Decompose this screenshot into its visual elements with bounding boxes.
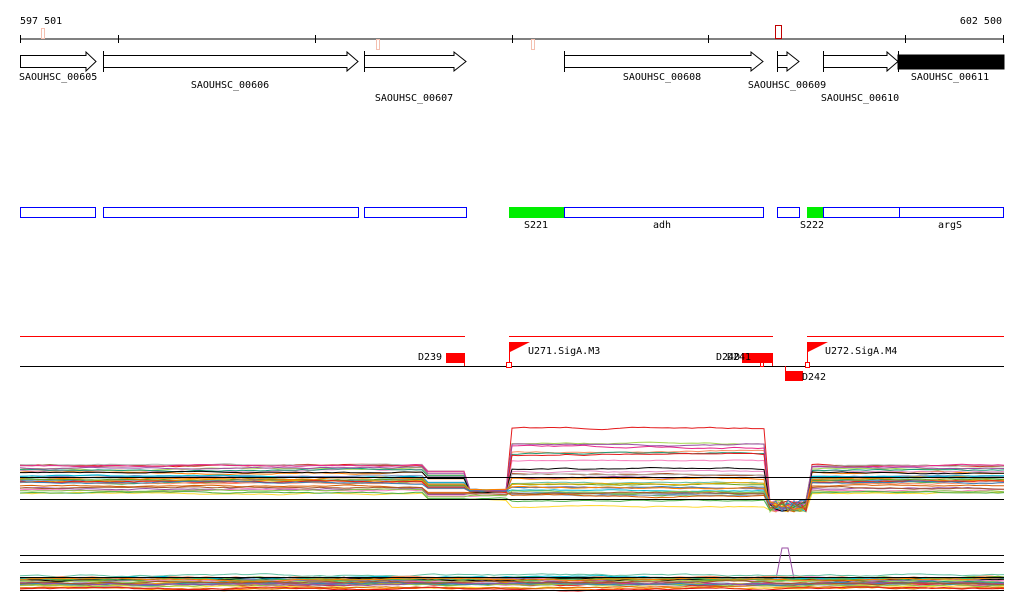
annotation-box[interactable] bbox=[364, 207, 467, 218]
feature-label: U271.SigA.M3 bbox=[528, 346, 600, 357]
annotation-box[interactable] bbox=[899, 207, 1004, 218]
marker bbox=[376, 39, 380, 50]
marker bbox=[531, 39, 535, 50]
annotation-box[interactable] bbox=[20, 207, 96, 218]
feature-label: U272.SigA.M4 bbox=[825, 346, 897, 357]
gene-label: SAOUHSC_00608 bbox=[623, 72, 701, 83]
gene-label: SAOUHSC_00607 bbox=[375, 93, 453, 104]
genome-browser: 597 501 602 500 SAOUHSC_00605 SAOUHSC_00… bbox=[19, 16, 1005, 592]
gene-label: SAOUHSC_00611 bbox=[911, 72, 989, 83]
expression-plot-2 bbox=[19, 547, 1005, 592]
gene-block[interactable] bbox=[897, 54, 1005, 70]
gene-arrow[interactable] bbox=[20, 50, 97, 73]
marker bbox=[41, 28, 45, 39]
annotation-highlight[interactable] bbox=[509, 207, 564, 218]
marker[interactable] bbox=[775, 25, 782, 39]
gene-arrow[interactable] bbox=[823, 50, 899, 73]
gene-label: SAOUHSC_00605 bbox=[19, 72, 97, 83]
annotation-label: S222 bbox=[800, 220, 824, 231]
annotation-box[interactable] bbox=[103, 207, 359, 218]
annotation-label: S221 bbox=[524, 220, 548, 231]
feature-block-d239[interactable] bbox=[446, 353, 465, 363]
feature-label: D239 bbox=[418, 352, 442, 363]
annotation-box[interactable] bbox=[823, 207, 900, 218]
flag-icon[interactable] bbox=[510, 342, 530, 352]
annotation-highlight[interactable] bbox=[807, 207, 823, 218]
feature-label: D242 bbox=[802, 372, 826, 383]
gene-arrow[interactable] bbox=[564, 50, 764, 73]
gene-arrow[interactable] bbox=[364, 50, 467, 73]
gene-label: SAOUHSC_00610 bbox=[821, 93, 899, 104]
annotation-box[interactable] bbox=[564, 207, 764, 218]
gene-track bbox=[20, 50, 1005, 73]
ruler-start-label: 597 501 bbox=[20, 16, 62, 27]
gene-label: SAOUHSC_00609 bbox=[748, 80, 826, 91]
feature-label: D241 bbox=[727, 352, 751, 363]
annotation-box[interactable] bbox=[777, 207, 800, 218]
annotation-label: adh bbox=[653, 220, 671, 231]
gene-label: SAOUHSC_00606 bbox=[191, 80, 269, 91]
annotation-label: argS bbox=[938, 220, 962, 231]
ruler: 597 501 602 500 bbox=[20, 16, 1004, 50]
feature-marker bbox=[805, 362, 810, 368]
gene-arrow[interactable] bbox=[777, 50, 800, 73]
feature-marker bbox=[506, 362, 512, 368]
ruler-end-label: 602 500 bbox=[960, 16, 1002, 27]
feature-block-d242[interactable] bbox=[785, 371, 803, 381]
gene-arrow[interactable] bbox=[103, 50, 359, 73]
feature-marker bbox=[760, 362, 764, 367]
feature-track: D239 U271.SigA.M3 D240 D241 D242 U272.Si… bbox=[20, 336, 1004, 383]
expression-plot-1 bbox=[19, 426, 1005, 514]
annotation-track bbox=[20, 207, 1004, 218]
